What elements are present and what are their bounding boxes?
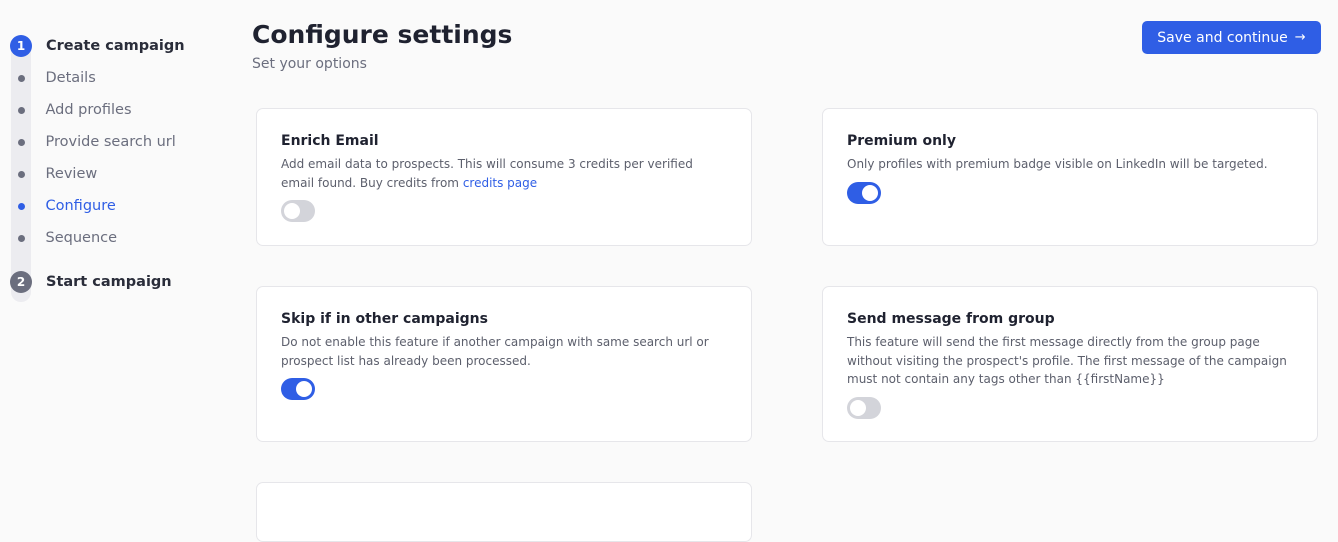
skip-other-campaigns-card: Skip if in other campaigns Do not enable… (256, 286, 752, 442)
skip-other-campaigns-toggle[interactable] (281, 378, 315, 400)
card-title: Send message from group (847, 311, 1055, 327)
page-subtitle: Set your options (252, 56, 367, 72)
step-dot (17, 74, 25, 82)
step-dot (17, 234, 25, 242)
sidebar-item-label: Provide search url (45, 134, 176, 150)
sidebar-item-add-profiles[interactable]: Add profiles (10, 100, 132, 120)
step-dot (17, 106, 25, 114)
step-title-start-campaign: Start campaign (46, 274, 172, 290)
credits-page-link[interactable]: credits page (463, 176, 537, 190)
page-title: Configure settings (252, 20, 513, 49)
arrow-right-icon: → (1294, 30, 1306, 45)
sidebar-item-details[interactable]: Details (10, 68, 96, 88)
step-dot-active (17, 202, 25, 210)
premium-only-toggle[interactable] (847, 181, 881, 204)
sidebar-item-label: Add profiles (45, 102, 132, 118)
card-description: This feature will send the first message… (847, 335, 1287, 386)
sidebar-item-sequence[interactable]: Sequence (10, 228, 117, 248)
save-and-continue-button[interactable]: Save and continue → (1142, 21, 1321, 54)
enrich-email-toggle[interactable] (281, 200, 315, 222)
card-description: Only profiles with premium badge visible… (847, 157, 1268, 171)
card-title: Skip if in other campaigns (281, 311, 488, 327)
save-button-label: Save and continue (1157, 29, 1288, 46)
sidebar-item-configure[interactable]: Configure (10, 196, 116, 216)
step-number-1: 1 (10, 35, 32, 57)
toggle-knob (862, 184, 878, 201)
card-description: Add email data to prospects. This will c… (281, 155, 727, 192)
send-message-from-group-card: Send message from group This feature wil… (822, 286, 1318, 442)
sidebar-item-label: Configure (45, 198, 116, 214)
step-start-campaign: 2 Start campaign (10, 270, 172, 294)
enrich-email-card: Enrich Email Add email data to prospects… (256, 108, 752, 246)
step-title-create-campaign: Create campaign (46, 38, 185, 54)
sidebar-item-review[interactable]: Review (10, 164, 97, 184)
sidebar-item-label: Sequence (45, 230, 118, 246)
step-create-campaign: 1 Create campaign (10, 34, 185, 58)
card-title: Enrich Email (281, 133, 379, 149)
card-description: Do not enable this feature if another ca… (281, 335, 709, 368)
next-setting-card (256, 482, 752, 542)
card-title: Premium only (847, 133, 956, 149)
campaign-steps-sidebar: 1 Create campaign Details Add profiles P… (10, 34, 240, 304)
sidebar-item-label: Details (45, 70, 96, 86)
toggle-knob (284, 203, 300, 219)
step-number-2: 2 (10, 271, 32, 293)
sidebar-item-label: Review (45, 166, 98, 182)
step-dot (17, 138, 25, 146)
sidebar-item-provide-search-url[interactable]: Provide search url (10, 132, 176, 152)
toggle-knob (296, 381, 312, 397)
premium-only-card: Premium only Only profiles with premium … (822, 108, 1318, 246)
send-message-from-group-toggle[interactable] (847, 396, 881, 419)
step-dot (17, 170, 25, 178)
toggle-knob (850, 399, 866, 416)
